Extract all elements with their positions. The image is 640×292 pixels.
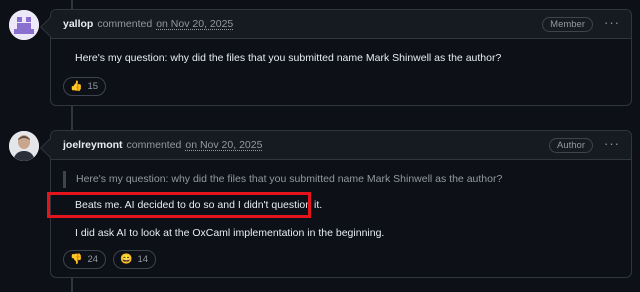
reaction-button[interactable]: 👎 24 — [63, 250, 107, 269]
role-badge: Author — [549, 138, 593, 153]
comment-date-link[interactable]: on Nov 20, 2025 — [185, 139, 262, 151]
comment-header: yallop commented on Nov 20, 2025 Member … — [51, 10, 631, 39]
thumbs-up-icon: 👍 — [70, 81, 83, 92]
highlight-box — [47, 192, 311, 218]
author-link[interactable]: joelreymont — [63, 139, 123, 151]
author-link[interactable]: yallop — [63, 18, 93, 30]
comment-header: joelreymont commented on Nov 20, 2025 Au… — [51, 131, 631, 160]
user-photo-icon — [9, 131, 39, 161]
reaction-button[interactable]: 👍 15 — [63, 77, 107, 96]
reaction-count: 24 — [87, 254, 99, 265]
comment-date-link[interactable]: on Nov 20, 2025 — [156, 18, 233, 30]
comment-action: commented — [97, 18, 153, 30]
reaction-count: 15 — [87, 81, 99, 92]
identicon-icon — [9, 10, 39, 40]
thumbs-down-icon: 👎 — [70, 254, 83, 265]
comment-action: commented — [126, 139, 182, 151]
more-options-icon[interactable]: ··· — [604, 137, 620, 150]
comment-text: I did ask AI to look at the OxCaml imple… — [75, 227, 385, 239]
avatar-yallop[interactable] — [9, 10, 39, 40]
role-badge: Member — [542, 17, 593, 32]
laugh-icon: 😄 — [120, 254, 133, 265]
reaction-count: 14 — [137, 254, 149, 265]
quoted-reply: Here's my question: why did the files th… — [63, 171, 502, 188]
avatar-joelreymont[interactable] — [9, 131, 39, 161]
comment-text: Here's my question: why did the files th… — [75, 52, 502, 64]
reaction-button[interactable]: 😄 14 — [113, 250, 157, 269]
more-options-icon[interactable]: ··· — [604, 16, 620, 29]
comment-card: yallop commented on Nov 20, 2025 Member … — [40, 9, 632, 106]
